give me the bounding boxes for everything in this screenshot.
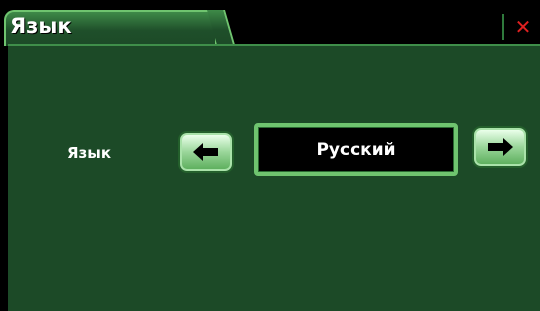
- language-label: Язык: [67, 144, 112, 162]
- language-value-display: Русский: [254, 123, 458, 176]
- tab-title: Язык: [10, 14, 72, 38]
- language-value: Русский: [316, 139, 396, 160]
- arrow-right-icon: [488, 138, 513, 156]
- language-window: Язык ✕ Язык Русский: [0, 0, 540, 311]
- previous-language-button[interactable]: [180, 133, 232, 171]
- settings-panel: [8, 44, 540, 311]
- close-icon: ✕: [514, 15, 532, 39]
- close-button[interactable]: ✕: [509, 14, 537, 40]
- title-bar: Язык ✕: [0, 0, 540, 46]
- next-language-button[interactable]: [474, 128, 526, 166]
- arrow-left-icon: [193, 143, 218, 161]
- title-separator: [502, 14, 504, 40]
